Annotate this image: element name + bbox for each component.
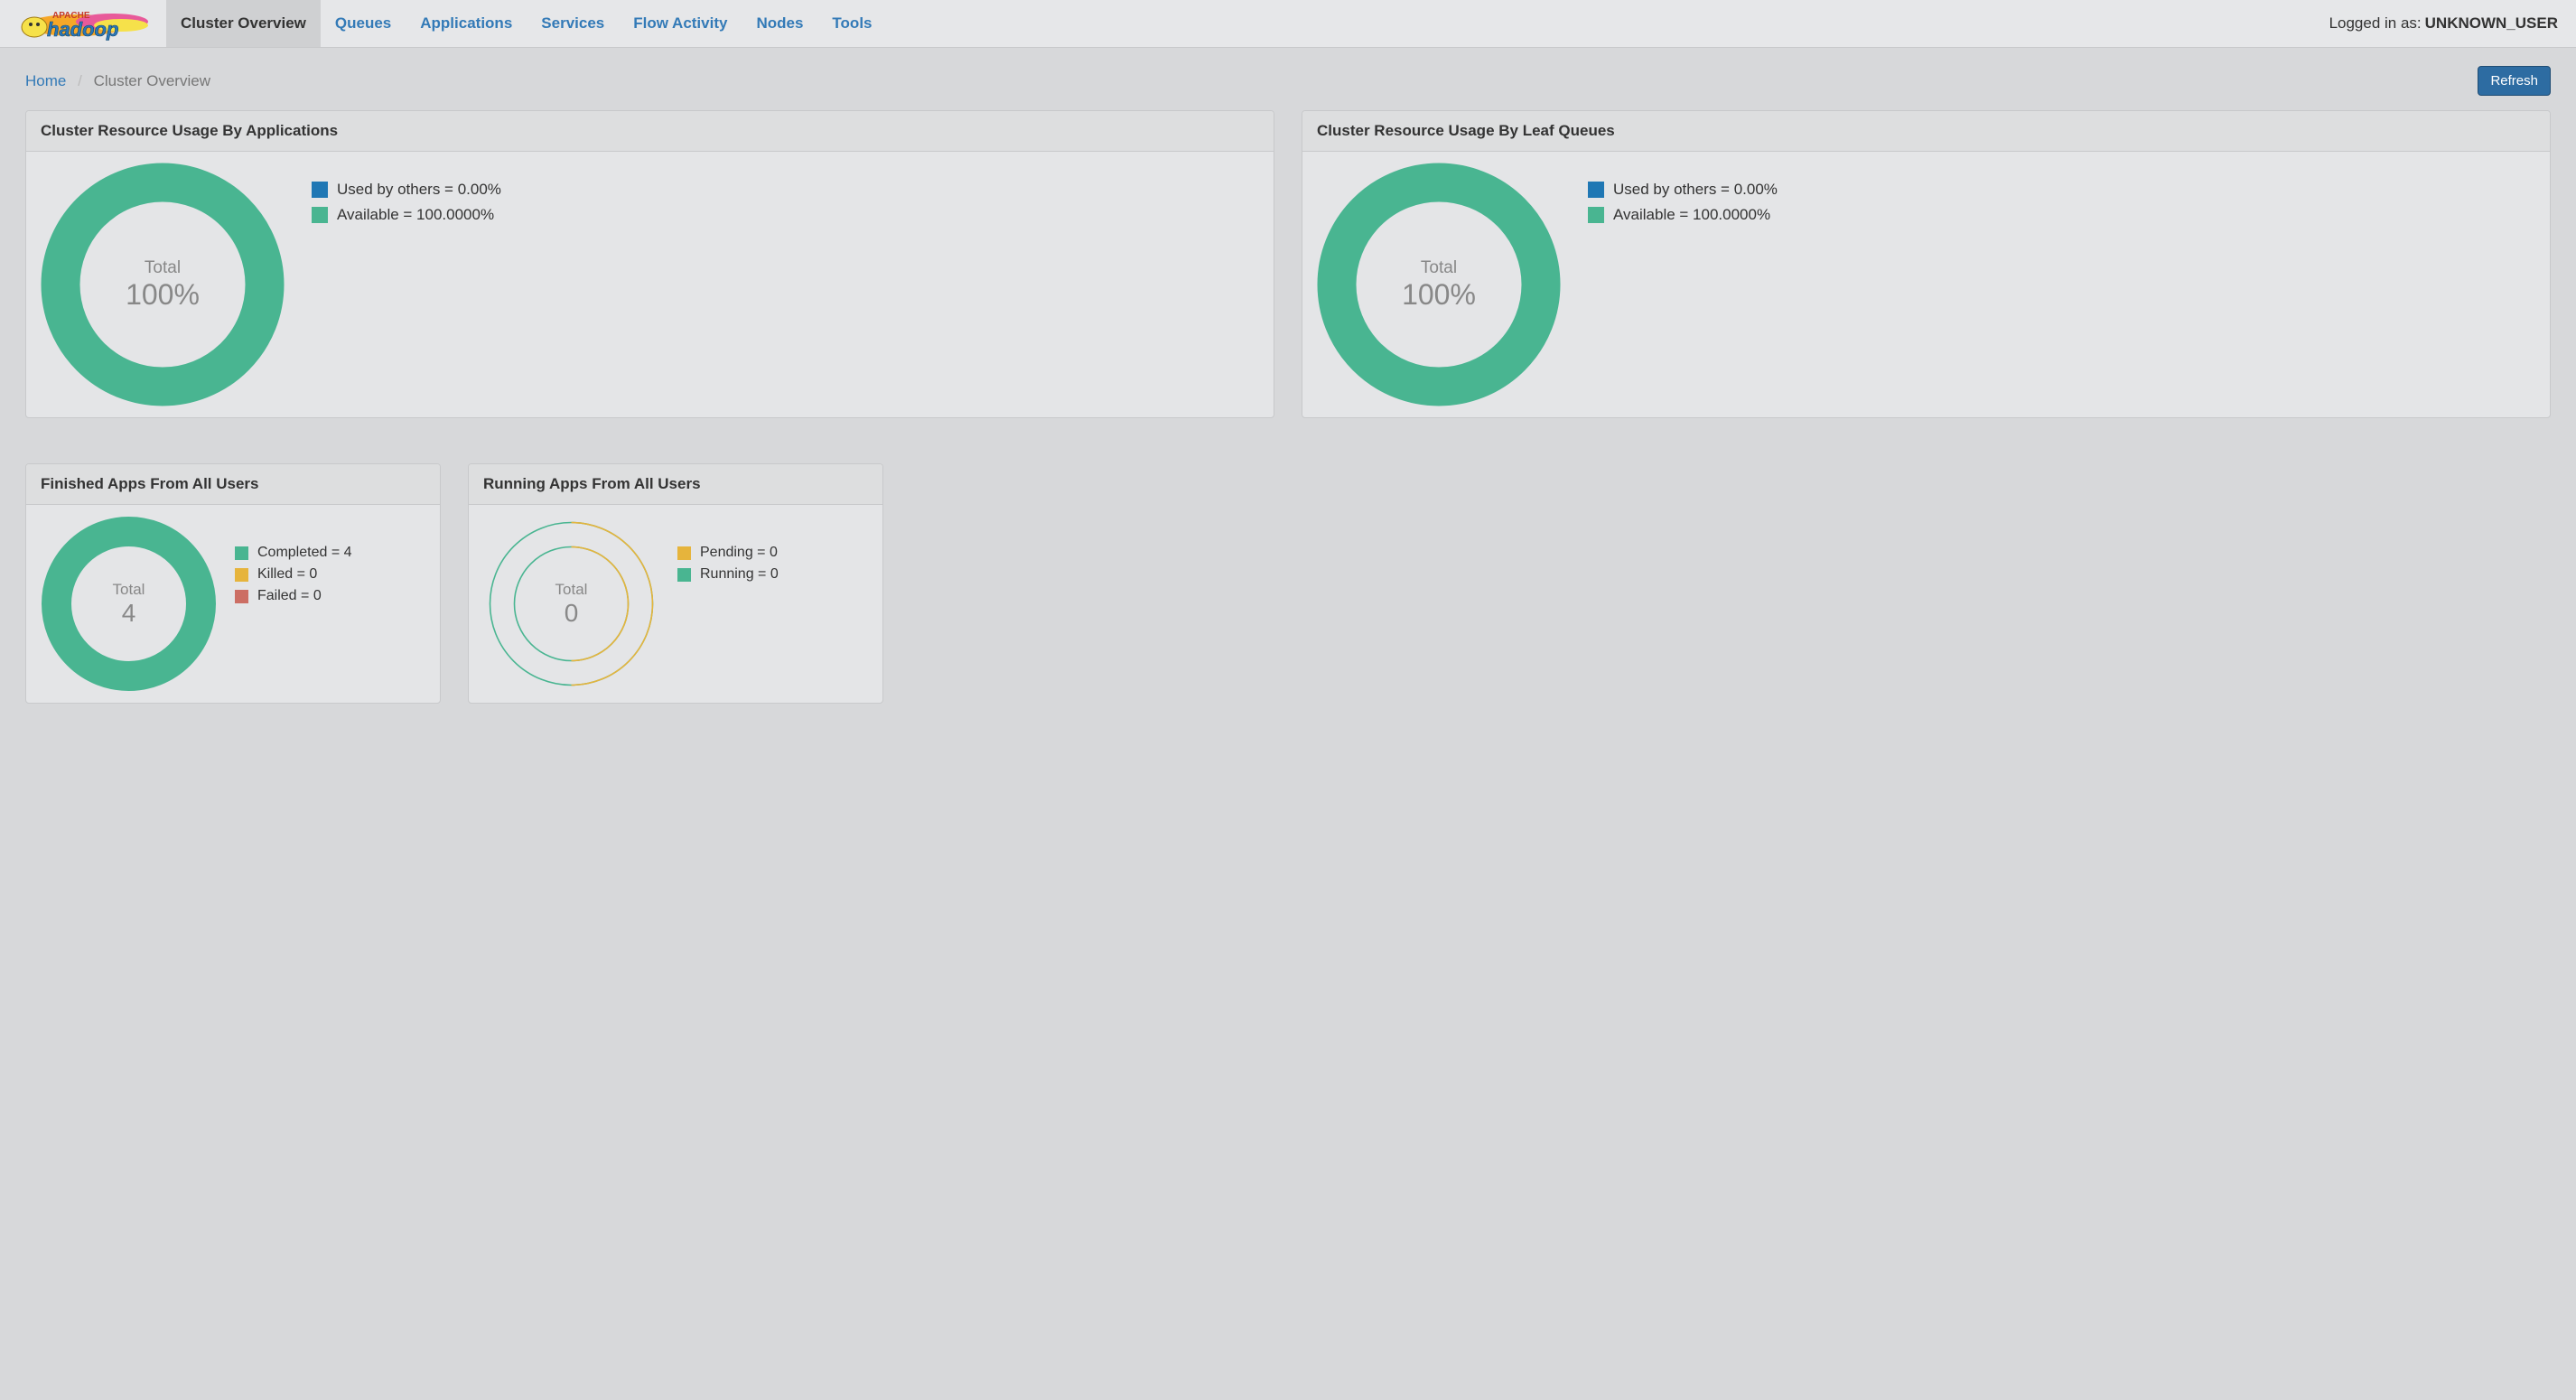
donut-finished-center-value: 4	[122, 599, 136, 628]
logged-in-as: Logged in as: UNKNOWN_USER	[2311, 0, 2576, 47]
legend-finished: Completed = 4 Killed = 0 Failed = 0	[235, 545, 352, 604]
legend-text: Running = 0	[700, 566, 779, 583]
donut-queues-center-label: Total	[1421, 258, 1457, 278]
breadcrumb: Home / Cluster Overview	[25, 72, 210, 90]
breadcrumb-separator: /	[70, 72, 89, 89]
legend-item: Killed = 0	[235, 566, 352, 583]
legend-item: Running = 0	[677, 566, 779, 583]
donut-finished-center-label: Total	[113, 581, 145, 599]
legend-text: Failed = 0	[257, 588, 322, 604]
nav-applications[interactable]: Applications	[406, 0, 527, 47]
nav-queues[interactable]: Queues	[321, 0, 406, 47]
legend-swatch	[235, 546, 248, 560]
panel-running-apps-title: Running Apps From All Users	[469, 464, 882, 505]
legend-item: Available = 100.0000%	[1588, 206, 1778, 224]
donut-queues-center-value: 100%	[1402, 278, 1476, 312]
legend-queues-usage: Used by others = 0.00% Available = 100.0…	[1588, 181, 1778, 224]
legend-swatch	[235, 590, 248, 603]
donut-finished: Total 4	[41, 516, 217, 692]
legend-text: Pending = 0	[700, 545, 778, 561]
legend-swatch	[235, 568, 248, 582]
panel-running-apps: Running Apps From All Users Total 0	[468, 463, 883, 704]
nav-cluster-overview[interactable]: Cluster Overview	[166, 0, 321, 47]
hadoop-logo[interactable]: APACHE hadoop	[13, 0, 164, 47]
panel-queues-usage-title: Cluster Resource Usage By Leaf Queues	[1302, 111, 2550, 152]
donut-apps-center-value: 100%	[126, 278, 200, 312]
donut-running-center-value: 0	[565, 599, 579, 628]
legend-text: Killed = 0	[257, 566, 317, 583]
legend-swatch	[677, 546, 691, 560]
panel-finished-apps: Finished Apps From All Users Total 4 Com…	[25, 463, 441, 704]
legend-swatch	[677, 568, 691, 582]
panel-queues-usage: Cluster Resource Usage By Leaf Queues To…	[1302, 110, 2551, 418]
donut-apps-center-label: Total	[145, 258, 181, 278]
legend-item: Used by others = 0.00%	[1588, 181, 1778, 199]
donut-apps-usage: Total 100%	[41, 163, 285, 406]
nav-flow-activity[interactable]: Flow Activity	[619, 0, 742, 47]
legend-swatch	[1588, 207, 1604, 223]
donut-queues-usage: Total 100%	[1317, 163, 1561, 406]
legend-swatch	[312, 207, 328, 223]
legend-text: Used by others = 0.00%	[337, 181, 501, 199]
svg-text:hadoop: hadoop	[47, 18, 118, 41]
legend-item: Failed = 0	[235, 588, 352, 604]
legend-item: Used by others = 0.00%	[312, 181, 501, 199]
panel-apps-usage-title: Cluster Resource Usage By Applications	[26, 111, 1274, 152]
logged-in-prefix: Logged in as:	[2329, 14, 2422, 33]
legend-text: Used by others = 0.00%	[1613, 181, 1778, 199]
panel-finished-apps-title: Finished Apps From All Users	[26, 464, 440, 505]
navbar: APACHE hadoop Cluster Overview Queues Ap…	[0, 0, 2576, 48]
legend-text: Completed = 4	[257, 545, 352, 561]
panel-apps-usage: Cluster Resource Usage By Applications T…	[25, 110, 1274, 418]
nav-tools[interactable]: Tools	[817, 0, 886, 47]
legend-apps-usage: Used by others = 0.00% Available = 100.0…	[312, 181, 501, 224]
legend-item: Pending = 0	[677, 545, 779, 561]
top-row: Home / Cluster Overview Refresh	[25, 66, 2551, 96]
legend-running: Pending = 0 Running = 0	[677, 545, 779, 583]
donut-running: Total 0	[483, 516, 659, 692]
nav-services[interactable]: Services	[527, 0, 619, 47]
nav-items: Cluster Overview Queues Applications Ser…	[166, 0, 887, 47]
nav-nodes[interactable]: Nodes	[742, 0, 817, 47]
legend-text: Available = 100.0000%	[337, 206, 494, 224]
logged-in-user: UNKNOWN_USER	[2425, 14, 2558, 33]
donut-running-center-label: Total	[555, 581, 588, 599]
legend-item: Available = 100.0000%	[312, 206, 501, 224]
breadcrumb-home[interactable]: Home	[25, 72, 66, 89]
legend-text: Available = 100.0000%	[1613, 206, 1770, 224]
legend-swatch	[1588, 182, 1604, 198]
legend-item: Completed = 4	[235, 545, 352, 561]
breadcrumb-current: Cluster Overview	[94, 72, 210, 89]
refresh-button[interactable]: Refresh	[2478, 66, 2551, 96]
legend-swatch	[312, 182, 328, 198]
